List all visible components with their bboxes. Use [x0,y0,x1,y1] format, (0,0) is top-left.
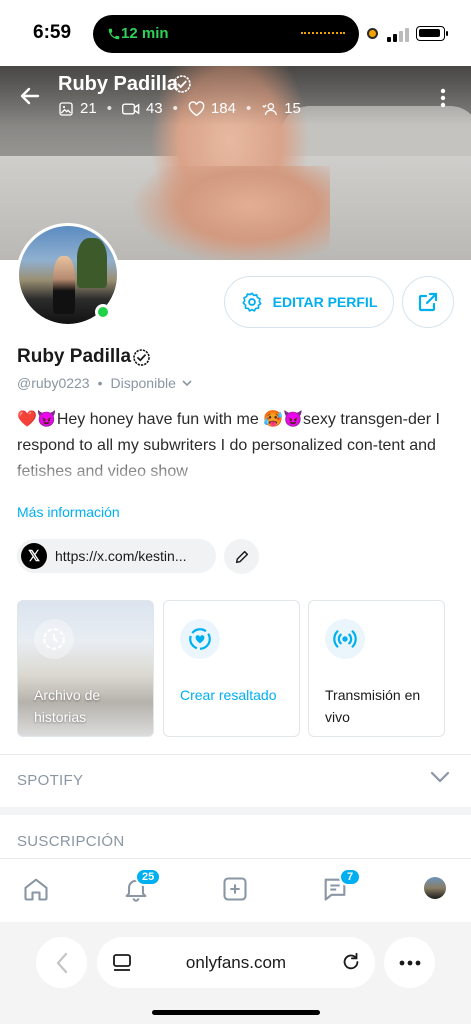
home-icon [24,878,48,901]
nav-add-post[interactable] [220,874,250,904]
status-bar: 6:59 12 min [0,0,471,66]
pencil-icon [235,550,248,563]
profile-stats: 21 • 43 • 184 • 15 [58,100,301,117]
share-icon [418,292,438,312]
availability-dropdown[interactable]: Disponible [111,375,192,391]
edit-profile-button[interactable]: EDITAR PERFIL [224,276,394,328]
share-button[interactable] [402,276,454,328]
photo-icon [59,101,73,116]
live-stream-label: Transmisión en vivo [325,687,421,725]
photos-count: 21 [80,100,97,117]
profile-name: Ruby Padilla [17,346,132,367]
add-square-icon [223,877,247,901]
verified-icon [173,75,191,93]
chevron-down-icon[interactable] [430,770,450,784]
more-info-link[interactable]: Más información [17,504,120,520]
highlight-heart-icon [189,628,211,650]
browser-address-bar[interactable]: onlyfans.com [97,937,375,988]
verified-icon [133,349,150,366]
dynamic-island[interactable]: 12 min [93,15,359,53]
back-arrow-icon[interactable] [18,84,42,108]
reload-icon[interactable] [340,951,362,973]
subscription-section-title: SUSCRIPCIÓN [17,833,125,850]
availability-label: Disponible [110,375,176,391]
story-archive-label: Archivo de historias [34,687,101,725]
history-icon [43,628,65,650]
heart-icon [188,100,205,116]
audio-wave [301,32,345,35]
chevron-down-icon [182,380,192,387]
profile-handle-row: @ruby0223 • Disponible [17,375,192,391]
create-highlight-label: Crear resaltado [180,687,277,703]
social-link-url: https://x.com/kestin... [55,548,187,564]
fans-icon [262,102,278,115]
messages-badge: 7 [339,868,361,886]
create-highlight-card[interactable]: Crear resaltado [163,600,300,737]
page-menu-icon[interactable] [112,953,132,973]
phone-icon [108,28,120,40]
x-logo-icon: 𝕏 [21,543,47,569]
videos-count: 43 [145,100,163,117]
story-archive-card[interactable]: Archivo de historias [17,600,154,737]
browser-url: onlyfans.com [185,952,287,972]
spotify-section-title[interactable]: SPOTIFY [17,772,83,789]
signal-icon [387,28,409,42]
fans-count: 15 [284,100,301,117]
notifications-badge: 25 [135,868,162,886]
call-duration: 12 min [121,25,169,42]
nav-profile-avatar[interactable] [424,877,446,899]
video-icon [121,102,140,115]
online-status-dot [95,304,111,320]
status-time: 6:59 [33,22,72,43]
likes-count: 184 [210,100,236,117]
live-stream-card[interactable]: Transmisión en vivo [308,600,445,737]
more-options-icon[interactable] [440,88,446,108]
chevron-left-icon [56,952,67,973]
nav-home[interactable] [21,874,51,904]
browser-more-button[interactable] [384,937,435,988]
cover-profile-name: Ruby Padilla [58,73,179,95]
battery-icon [416,26,448,41]
home-indicator [152,1010,320,1015]
recording-indicator [367,28,378,39]
edit-profile-label: EDITAR PERFIL [272,294,378,310]
profile-handle: @ruby0223 [17,375,90,391]
gear-icon [242,292,262,312]
ellipsis-icon [399,960,420,965]
live-broadcast-icon [333,630,357,648]
edit-link-button[interactable] [224,539,259,574]
browser-back-button[interactable] [36,937,87,988]
social-link-chip[interactable]: 𝕏 https://x.com/kestin... [17,539,216,573]
